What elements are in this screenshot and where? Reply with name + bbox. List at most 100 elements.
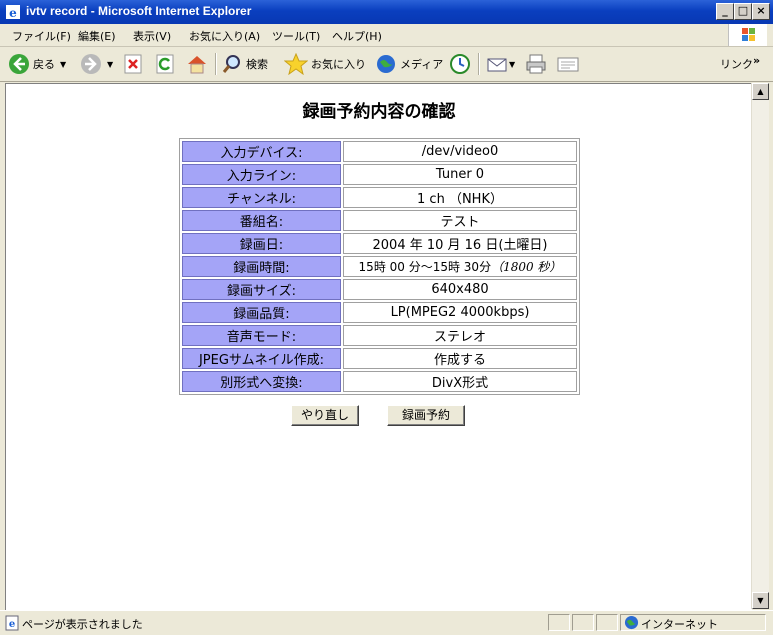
printer-icon (526, 54, 546, 74)
media-globe-icon (377, 55, 395, 73)
mail-dropdown-icon[interactable]: ▼ (509, 60, 515, 69)
forward-button[interactable]: ▼ (80, 52, 113, 76)
status-pane (596, 614, 618, 631)
search-label: 検索 (246, 58, 268, 71)
maximize-button[interactable]: □ (734, 3, 752, 20)
links-label[interactable]: リンク (720, 52, 753, 76)
row-label: JPEGサムネイル作成: (182, 348, 341, 369)
table-row: 別形式へ変換: DivX形式 (182, 371, 577, 392)
back-dropdown-icon[interactable]: ▼ (60, 60, 66, 69)
scroll-up-icon[interactable]: ▲ (752, 83, 769, 100)
edit-page-icon (557, 57, 579, 72)
window-title: ivtv record - Microsoft Internet Explore… (26, 4, 252, 18)
stop-button[interactable] (123, 52, 143, 76)
edit-button[interactable] (556, 52, 580, 76)
row-label: 録画日: (182, 233, 341, 254)
table-row: 録画時間: 15時 00 分～15時 30分（1800 秒） (182, 256, 577, 277)
recording-time: 15時 00 分～15時 30分 (358, 260, 492, 274)
favorites-label: お気に入り (311, 58, 366, 71)
star-icon (284, 53, 308, 75)
row-value: Tuner 0 (343, 164, 577, 185)
home-icon (188, 56, 206, 74)
search-icon (222, 55, 240, 73)
ie-icon: e (6, 5, 20, 20)
status-text: ページが表示されました (22, 618, 143, 631)
table-row: 録画サイズ: 640x480 (182, 279, 577, 300)
menu-favorites[interactable]: お気に入り(A) (189, 28, 260, 44)
vertical-scrollbar[interactable]: ▲ ▼ (751, 83, 769, 609)
row-value: 2004 年 10 月 16 日(土曜日) (343, 233, 577, 254)
refresh-button[interactable] (155, 52, 175, 76)
row-label: 入力デバイス: (182, 141, 341, 162)
menu-view[interactable]: 表示(V) (133, 28, 171, 44)
stop-icon (124, 54, 142, 74)
row-label: 別形式へ変換: (182, 371, 341, 392)
menu-help[interactable]: ヘルプ(H) (332, 28, 382, 44)
row-value: 640x480 (343, 279, 577, 300)
table-row: 録画品質: LP(MPEG2 4000kbps) (182, 302, 577, 323)
svg-text:e: e (9, 619, 15, 630)
table-row: 音声モード: ステレオ (182, 325, 577, 346)
minimize-button[interactable]: _ (716, 3, 734, 20)
forward-arrow-icon (81, 54, 101, 74)
row-value: 1 ch （NHK） (343, 187, 577, 208)
history-icon (450, 54, 470, 74)
refresh-icon (156, 54, 174, 74)
row-label: 入力ライン: (182, 164, 341, 185)
scroll-down-icon[interactable]: ▼ (752, 592, 769, 609)
confirmation-table: 入力デバイス: /dev/video0 入力ライン: Tuner 0 チャンネル… (179, 138, 580, 395)
print-button[interactable] (525, 52, 547, 76)
chevron-right-icon[interactable]: » (753, 48, 760, 72)
row-label: 録画品質: (182, 302, 341, 323)
svg-text:e: e (9, 6, 17, 20)
redo-button[interactable]: やり直し (291, 405, 359, 426)
table-row: 入力デバイス: /dev/video0 (182, 141, 577, 162)
row-label: チャンネル: (182, 187, 341, 208)
row-label: 録画時間: (182, 256, 341, 277)
menu-file[interactable]: ファイル(F) (12, 28, 71, 44)
home-button[interactable] (185, 52, 209, 76)
table-row: 番組名: テスト (182, 210, 577, 231)
status-pane (548, 614, 570, 631)
mail-icon (487, 58, 507, 72)
windows-logo (728, 24, 767, 46)
security-zone: インターネット (641, 618, 718, 631)
back-button[interactable]: 戻る ▼ (8, 52, 66, 76)
title-bar: e ivtv record - Microsoft Internet Explo… (0, 0, 773, 24)
favorites-button[interactable]: お気に入り (284, 52, 366, 76)
forward-dropdown-icon[interactable]: ▼ (107, 60, 113, 69)
back-arrow-icon (9, 54, 29, 74)
search-button[interactable]: 検索 (221, 52, 268, 76)
media-label: メディア (400, 58, 444, 71)
row-value: 15時 00 分～15時 30分（1800 秒） (343, 256, 577, 277)
table-row: 録画日: 2004 年 10 月 16 日(土曜日) (182, 233, 577, 254)
row-value: /dev/video0 (343, 141, 577, 162)
close-button[interactable]: × (752, 3, 770, 20)
row-value: DivX形式 (343, 371, 577, 392)
reserve-button[interactable]: 録画予約 (387, 405, 465, 426)
menu-tools[interactable]: ツール(T) (272, 28, 320, 44)
internet-globe-icon (624, 615, 639, 630)
toolbar: 戻る ▼ ▼ 検索 お気に入り メディア ▼ リンク » (0, 47, 773, 82)
row-value: ステレオ (343, 325, 577, 346)
mail-button[interactable]: ▼ (486, 52, 515, 76)
recording-seconds: （1800 秒） (491, 260, 562, 274)
toolbar-separator (215, 53, 217, 75)
menu-bar: ファイル(F) 編集(E) 表示(V) お気に入り(A) ツール(T) ヘルプ(… (0, 24, 773, 47)
page-done-icon: e (5, 615, 19, 631)
media-button[interactable]: メディア (375, 52, 443, 76)
table-row: JPEGサムネイル作成: 作成する (182, 348, 577, 369)
toolbar-separator (478, 53, 480, 75)
row-value: 作成する (343, 348, 577, 369)
row-value: LP(MPEG2 4000kbps) (343, 302, 577, 323)
page-title: 録画予約内容の確認 (302, 102, 456, 122)
menu-edit[interactable]: 編集(E) (78, 28, 116, 44)
table-row: チャンネル: 1 ch （NHK） (182, 187, 577, 208)
browser-window: e ivtv record - Microsoft Internet Explo… (0, 0, 773, 635)
row-label: 番組名: (182, 210, 341, 231)
row-label: 音声モード: (182, 325, 341, 346)
back-label: 戻る (33, 58, 55, 71)
row-value: テスト (343, 210, 577, 231)
status-pane (572, 614, 594, 631)
history-button[interactable] (449, 52, 471, 76)
